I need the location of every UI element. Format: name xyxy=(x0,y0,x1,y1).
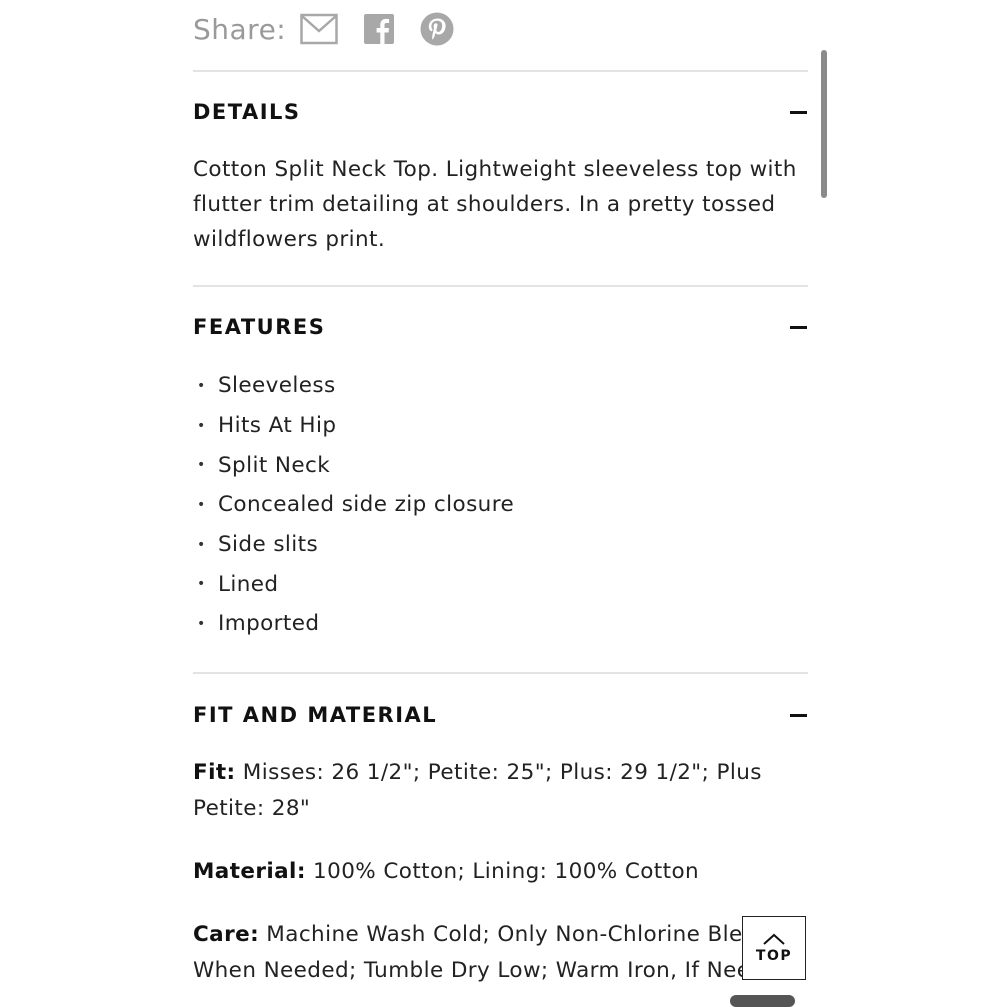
feature-label: Imported xyxy=(218,611,320,637)
fit-info: Fit: Misses: 26 1/2"; Petite: 25"; Plus:… xyxy=(193,755,813,827)
feature-label: Side slits xyxy=(218,532,319,558)
bullet-icon: • xyxy=(197,615,206,632)
features-title: FEATURES xyxy=(193,315,326,339)
home-indicator xyxy=(730,995,795,1007)
fit-label: Fit: xyxy=(193,760,236,785)
care-label: Care: xyxy=(193,922,260,947)
fit-value: Misses: 26 1/2"; Petite: 25"; Plus: 29 1… xyxy=(193,760,762,821)
bullet-icon: • xyxy=(197,457,206,474)
features-header[interactable]: FEATURES xyxy=(193,307,808,347)
bullet-icon: • xyxy=(197,536,206,553)
back-to-top-button[interactable]: TOP xyxy=(742,916,806,980)
share-label: Share: xyxy=(193,12,287,46)
details-title: DETAILS xyxy=(193,100,301,124)
material-info: Material: 100% Cotton; Lining: 100% Cott… xyxy=(193,854,813,890)
email-icon[interactable] xyxy=(300,13,338,45)
list-item: • Concealed side zip closure xyxy=(193,485,514,525)
feature-label: Split Neck xyxy=(218,452,331,478)
facebook-icon[interactable] xyxy=(364,14,395,44)
divider xyxy=(193,672,808,674)
care-info: Care: Machine Wash Cold; Only Non-Chlori… xyxy=(193,917,813,989)
feature-label: Lined xyxy=(218,571,279,597)
collapse-icon[interactable] xyxy=(790,110,807,114)
bullet-icon: • xyxy=(197,417,206,434)
fit-material-header[interactable]: FIT AND MATERIAL xyxy=(193,695,808,735)
fit-material-title: FIT AND MATERIAL xyxy=(193,703,438,727)
details-description: Cotton Split Neck Top. Lightweight sleev… xyxy=(193,157,797,252)
list-item: • Sleeveless xyxy=(193,366,514,406)
feature-label: Hits At Hip xyxy=(218,413,337,439)
list-item: • Hits At Hip xyxy=(193,406,514,446)
care-value: Machine Wash Cold; Only Non-Chlorine Ble… xyxy=(193,922,793,983)
pinterest-icon[interactable] xyxy=(420,12,454,46)
scrollbar-thumb[interactable] xyxy=(821,50,827,198)
bullet-icon: • xyxy=(197,576,206,593)
collapse-icon[interactable] xyxy=(790,325,807,329)
features-list: • Sleeveless • Hits At Hip • Split Neck • Co… xyxy=(193,366,514,644)
list-item: • Split Neck xyxy=(193,445,514,485)
chevron-up-icon xyxy=(763,933,785,945)
list-item: • Side slits xyxy=(193,525,514,565)
feature-label: Sleeveless xyxy=(218,373,336,399)
bullet-icon: • xyxy=(197,496,206,513)
feature-label: Concealed side zip closure xyxy=(218,492,515,518)
share-row: Share: xyxy=(193,8,454,50)
list-item: • Lined xyxy=(193,564,514,604)
list-item: • Imported xyxy=(193,604,514,644)
divider xyxy=(193,285,808,287)
details-header[interactable]: DETAILS xyxy=(193,92,808,132)
bullet-icon: • xyxy=(197,377,206,394)
material-value: 100% Cotton; Lining: 100% Cotton xyxy=(305,859,700,884)
top-label: TOP xyxy=(755,948,793,964)
collapse-icon[interactable] xyxy=(790,713,807,717)
divider xyxy=(193,70,808,72)
material-label: Material: xyxy=(193,859,306,884)
